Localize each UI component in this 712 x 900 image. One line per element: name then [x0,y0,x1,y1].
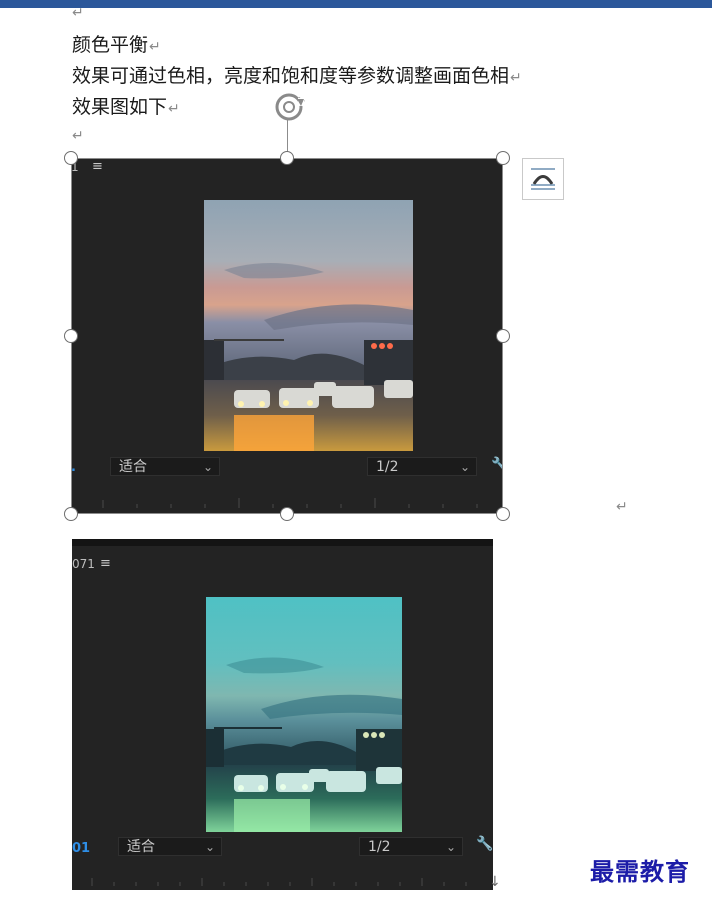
playhead-timecode[interactable]: 01 [72,841,90,856]
rotate-handle-icon[interactable] [271,89,309,127]
wrench-icon[interactable]: 🔧 [491,457,503,473]
menu-icon[interactable]: ≡ [100,556,111,571]
street-scene-image [204,200,413,451]
chevron-down-icon: ⌄ [204,840,215,854]
layout-options-icon [531,168,555,190]
panel-top-strip [72,539,493,546]
timeline-ruler[interactable] [72,872,493,890]
fit-dropdown[interactable]: 适合 ⌄ [110,457,220,476]
resize-handle-top-left[interactable] [64,151,78,165]
street-scene-image-teal [206,597,402,832]
resize-handle-bottom-left[interactable] [64,507,78,521]
doc-line-3-text: 效果图如下 [72,96,168,118]
resize-handle-left[interactable] [64,329,78,343]
chevron-down-icon: ⌄ [459,460,470,474]
fit-dropdown-value: 适合 [119,459,147,475]
frame-number: 071 [72,557,95,571]
resize-handle-top[interactable] [280,151,294,165]
fit-dropdown-value: 适合 [127,839,155,855]
paragraph-mark: ↵ [72,128,84,144]
wrench-icon[interactable]: 🔧 [476,836,493,852]
doc-line-1-text: 颜色平衡 [72,34,149,56]
program-monitor-screenshot-2[interactable]: 071 ≡ 01 适合 ⌄ 1/2 ⌄ 🔧 [72,539,493,890]
paragraph-mark: ↵ [149,39,161,55]
ribbon-edge [0,0,712,8]
doc-line-1[interactable]: 颜色平衡↵ [72,34,161,58]
doc-line-2-text: 效果可通过色相，亮度和饱和度等参数调整画面色相 [72,65,510,87]
paragraph-mark: ↵ [72,5,84,21]
resize-handle-top-right[interactable] [496,151,510,165]
watermark-logo-text: 最需教育 [590,857,690,886]
resize-handle-right[interactable] [496,329,510,343]
menu-icon[interactable]: ≡ [92,159,103,174]
line-break-mark: ↓ [489,874,501,890]
paragraph-mark: ↵ [510,70,522,86]
chevron-down-icon: ⌄ [445,840,456,854]
doc-line-3[interactable]: 效果图如下↵ [72,96,180,120]
program-monitor-screenshot-1[interactable]: 1 ≡ . 适合 ⌄ 1/2 ⌄ 🔧 [71,158,503,514]
fit-dropdown[interactable]: 适合 ⌄ [118,837,222,856]
timecode-fragment: . [71,460,76,475]
doc-line-2[interactable]: 效果可通过色相，亮度和饱和度等参数调整画面色相↵ [72,65,522,89]
resolution-value: 1/2 [368,839,391,855]
color-balanced-photo [206,597,402,832]
resize-handle-bottom-right[interactable] [496,507,510,521]
paragraph-mark: ↵ [168,101,180,117]
resolution-dropdown[interactable]: 1/2 ⌄ [367,457,477,476]
original-photo [204,200,413,451]
resize-handle-bottom[interactable] [280,507,294,521]
paragraph-mark: ↵ [616,499,628,515]
resolution-value: 1/2 [376,459,399,475]
resolution-dropdown[interactable]: 1/2 ⌄ [359,837,463,856]
layout-options-button[interactable] [522,158,564,200]
chevron-down-icon: ⌄ [202,460,213,474]
